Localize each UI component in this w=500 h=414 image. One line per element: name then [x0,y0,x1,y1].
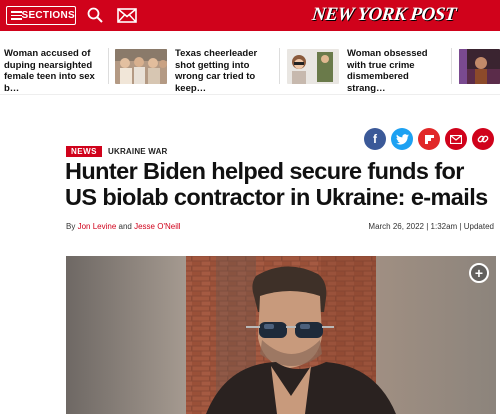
byline: By Jon Levine and Jesse O'Neill [66,222,181,231]
trending-item-3[interactable]: Woman obsessed with true crime dismember… [347,48,447,94]
share-bar: f [364,128,494,150]
trending-thumbnail-1[interactable] [115,49,167,84]
twitter-share-icon[interactable] [391,128,413,150]
divider [279,48,280,84]
topic-link[interactable]: UKRAINE WAR [108,147,168,156]
email-share-icon[interactable] [445,128,467,150]
trending-thumbnail-2[interactable] [287,49,339,84]
author-link-2[interactable]: Jesse O'Neill [134,222,180,231]
trending-strip: Woman accused of duping nearsighted fema… [0,40,500,94]
divider [451,48,452,84]
category-badge[interactable]: NEWS [66,146,102,157]
expand-image-button[interactable]: + [469,263,489,283]
byline-prefix: By [66,222,76,231]
article-headline: Hunter Biden helped secure funds for US … [65,158,488,210]
hero-image[interactable]: + [66,256,496,414]
search-icon[interactable] [87,7,103,23]
updated-label: Updated [463,222,494,231]
copy-link-icon[interactable] [472,128,494,150]
publish-date: March 26, 2022 [368,222,424,231]
article-tags: NEWS UKRAINE WAR [66,146,168,157]
new-york-post-logo[interactable]: NEW YORK POST [311,4,457,26]
publish-time: 1:32am [430,222,458,231]
trending-thumbnail-3[interactable] [459,49,500,84]
flipboard-share-icon[interactable] [418,128,440,150]
facebook-share-icon[interactable]: f [364,128,386,150]
hamburger-icon [11,11,22,20]
sections-label: SECTIONS [21,10,75,21]
byline-and: and [118,222,132,231]
trending-item-1[interactable]: Woman accused of duping nearsighted fema… [4,48,104,94]
sections-menu-button[interactable]: SECTIONS [6,6,76,25]
divider [0,94,500,95]
trending-item-2[interactable]: Texas cheerleader shot getting into wron… [175,48,275,94]
top-nav-bar: SECTIONS NEW YORK POST [0,0,500,31]
mail-icon[interactable] [117,8,137,23]
publish-dateline: March 26, 2022 | 1:32am | Updated [368,222,494,231]
author-link-1[interactable]: Jon Levine [78,222,117,231]
divider [108,48,109,84]
